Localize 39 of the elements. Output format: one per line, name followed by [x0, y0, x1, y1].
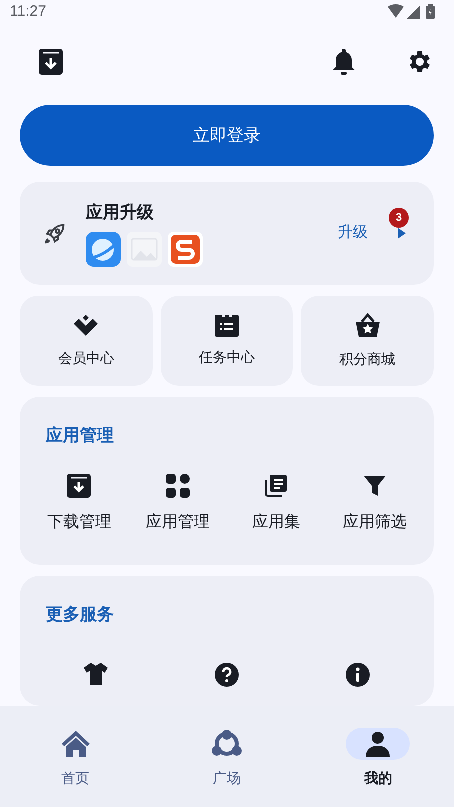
- download-box-icon: [66, 472, 92, 498]
- home-icon: [60, 730, 91, 758]
- play-arrow-icon: [398, 228, 406, 239]
- management-item[interactable]: 应用筛选: [326, 470, 424, 534]
- management-item[interactable]: 下载管理: [30, 470, 128, 534]
- upgrade-title: 应用升级: [86, 202, 155, 224]
- login-button[interactable]: 立即登录: [20, 105, 434, 166]
- tile-label: 会员中心: [58, 348, 114, 368]
- status-time: 11:27: [10, 2, 46, 22]
- management-item[interactable]: 应用管理: [128, 470, 227, 534]
- task-list-icon: [214, 314, 239, 336]
- app-icon: [168, 232, 203, 267]
- community-icon: [212, 730, 242, 758]
- app-icon: [86, 232, 121, 267]
- notification-bell-icon[interactable]: [332, 48, 356, 76]
- quick-tile[interactable]: 积分商城: [301, 296, 434, 386]
- upgrade-card[interactable]: 应用升级 升级 3: [20, 182, 434, 285]
- shopping-basket-icon: [354, 312, 381, 338]
- tile-label: 任务中心: [198, 348, 255, 366]
- management-item[interactable]: 应用集: [227, 470, 326, 534]
- nav-tab[interactable]: 我的: [302, 728, 454, 807]
- t-shirt-icon[interactable]: [82, 662, 109, 686]
- info-icon[interactable]: [345, 662, 372, 688]
- section-title: 应用管理: [44, 425, 115, 447]
- upgrade-link[interactable]: 升级: [338, 222, 368, 245]
- section-title: 更多服务: [45, 604, 115, 626]
- nav-tab[interactable]: 广场: [151, 728, 303, 807]
- apps-grid-icon: [164, 472, 191, 498]
- stacked-pages-icon: [264, 474, 288, 498]
- nav-tab[interactable]: 首页: [0, 728, 152, 807]
- person-icon: [364, 730, 392, 758]
- chevron-diamond-icon: [73, 314, 100, 338]
- tile-label: 积分商城: [340, 350, 396, 368]
- download-box-icon[interactable]: [38, 48, 64, 76]
- count-badge: 3: [389, 208, 409, 228]
- help-icon[interactable]: [214, 662, 240, 688]
- quick-tile[interactable]: 任务中心: [160, 296, 294, 386]
- quick-tile[interactable]: 会员中心: [20, 296, 153, 386]
- filter-icon: [364, 474, 386, 496]
